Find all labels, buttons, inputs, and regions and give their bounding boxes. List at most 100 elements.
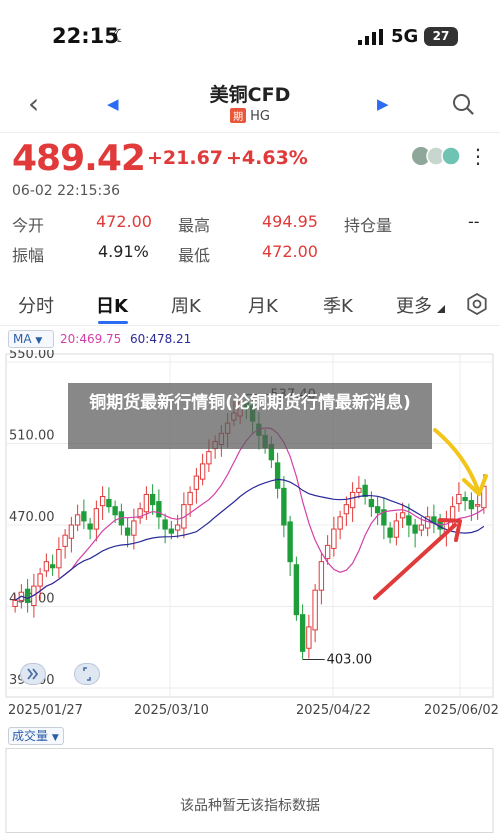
open-label: 今开 <box>12 216 45 235</box>
battery-icon: 27 <box>424 27 458 46</box>
candle-body <box>393 520 400 538</box>
candle-body <box>306 626 312 649</box>
candle-body <box>474 504 481 507</box>
prev-instrument-icon[interactable]: ◀ <box>107 95 119 113</box>
amplitude-value: 4.91% <box>98 242 149 261</box>
open-interest-value: -- <box>468 212 480 231</box>
candle-body <box>281 487 287 526</box>
divider <box>0 325 500 326</box>
x-axis-label: 2025/01/27 <box>8 703 83 718</box>
ma60-value: 60:478.21 <box>130 332 192 346</box>
y-tick-label: 550.00 <box>9 350 55 362</box>
page-title: 美铜CFD <box>209 84 291 106</box>
candle-body <box>362 484 368 497</box>
candle-body <box>462 496 468 502</box>
candle-body <box>93 508 100 530</box>
candle-body <box>74 514 81 526</box>
candle-body <box>399 512 406 519</box>
last-price: 489.42 <box>12 138 146 179</box>
instrument-code: 期 HG <box>150 108 350 124</box>
candle-body <box>56 548 62 569</box>
ma-label: MA <box>13 332 32 346</box>
ma20-value: 20:469.75 <box>60 332 122 346</box>
volume-indicator-select[interactable]: 成交量 ▼ <box>8 727 64 745</box>
candle-body <box>449 506 456 520</box>
candle-body <box>124 527 131 536</box>
user-avatars-icon[interactable] <box>410 145 462 167</box>
candle-body <box>143 493 150 513</box>
candle-body <box>168 528 175 534</box>
futures-badge: 期 <box>230 108 247 123</box>
volume-panel <box>5 748 494 833</box>
candle-body <box>324 544 331 560</box>
tab-daily-k[interactable]: 日K <box>96 292 128 318</box>
candle-body <box>187 491 193 506</box>
candle-body <box>299 614 306 652</box>
ma-indicator-select[interactable]: MA ▼ <box>8 330 54 348</box>
candle-body <box>412 524 418 534</box>
high-label: 最高 <box>178 216 211 235</box>
more-options-icon[interactable]: ⋮ <box>468 144 488 168</box>
x-axis-label: 2025/06/02 <box>424 703 499 718</box>
candle-body <box>149 493 156 506</box>
low-value: 472.00 <box>262 242 318 261</box>
x-axis-label: 2025/03/10 <box>134 703 209 718</box>
candle-body <box>12 599 18 608</box>
candle-body <box>174 524 181 531</box>
volume-empty-message: 该品种暂无该指标数据 <box>180 798 320 814</box>
min-price-label: 403.00 <box>327 652 373 667</box>
divider <box>0 132 500 133</box>
candle-body <box>156 501 162 518</box>
candle-body <box>199 463 206 480</box>
candle-body <box>293 564 300 616</box>
y-tick-label: 510.00 <box>9 429 55 444</box>
tab-more-dropdown-icon[interactable] <box>437 305 445 313</box>
candle-body <box>131 520 137 536</box>
tab-intraday[interactable]: 分时 <box>18 292 54 318</box>
candle-body <box>287 521 293 563</box>
tab-weekly-k[interactable]: 周K <box>171 292 201 318</box>
expand-chart-icon[interactable] <box>20 663 46 685</box>
back-icon[interactable]: ‹ <box>28 90 39 118</box>
watermark-caption: 铜期货最新行情铜(论铜期货行情最新消息) <box>68 383 432 449</box>
candle-body <box>162 519 168 530</box>
candle-body <box>37 573 43 587</box>
candle-body <box>112 506 118 516</box>
open-value: 472.00 <box>96 212 152 231</box>
candle-body <box>387 527 393 538</box>
period-tabs: 分时 日K 周K 月K 季K 更多 <box>0 284 500 324</box>
price-change-percent: +4.63% <box>226 147 308 169</box>
candle-body <box>368 499 375 508</box>
low-label: 最低 <box>178 246 211 265</box>
network-label: 5G <box>391 26 419 47</box>
candle-body <box>274 462 281 489</box>
moon-icon: ☾ <box>112 26 129 47</box>
status-time: 22:15 <box>52 24 119 48</box>
tab-more[interactable]: 更多 <box>396 292 432 318</box>
tab-quarterly-k[interactable]: 季K <box>323 292 353 318</box>
candle-body <box>468 500 475 510</box>
stats-row-2: 振幅 4.91% 最低 472.00 <box>12 236 492 266</box>
candle-body <box>312 589 318 631</box>
candle-body <box>318 561 325 591</box>
candle-body <box>62 534 68 547</box>
candle-body <box>87 523 93 530</box>
candle-body <box>106 499 112 508</box>
candle-body <box>81 511 87 522</box>
tab-monthly-k[interactable]: 月K <box>248 292 278 318</box>
search-icon[interactable] <box>452 93 474 115</box>
candle-body <box>99 495 106 507</box>
candle-body <box>406 515 412 526</box>
high-value: 494.95 <box>262 212 318 231</box>
dropdown-arrow-icon: ▼ <box>35 336 43 346</box>
candle-body <box>68 524 75 539</box>
candle-body <box>456 493 462 505</box>
chart-settings-icon[interactable] <box>466 293 488 315</box>
candle-body <box>349 491 356 509</box>
candle-body <box>374 506 381 514</box>
next-instrument-icon[interactable]: ▶ <box>377 95 389 113</box>
fullscreen-icon[interactable] <box>74 663 100 685</box>
candle-body <box>331 528 337 549</box>
code-label: HG <box>250 109 270 124</box>
ma60-line <box>14 478 485 601</box>
